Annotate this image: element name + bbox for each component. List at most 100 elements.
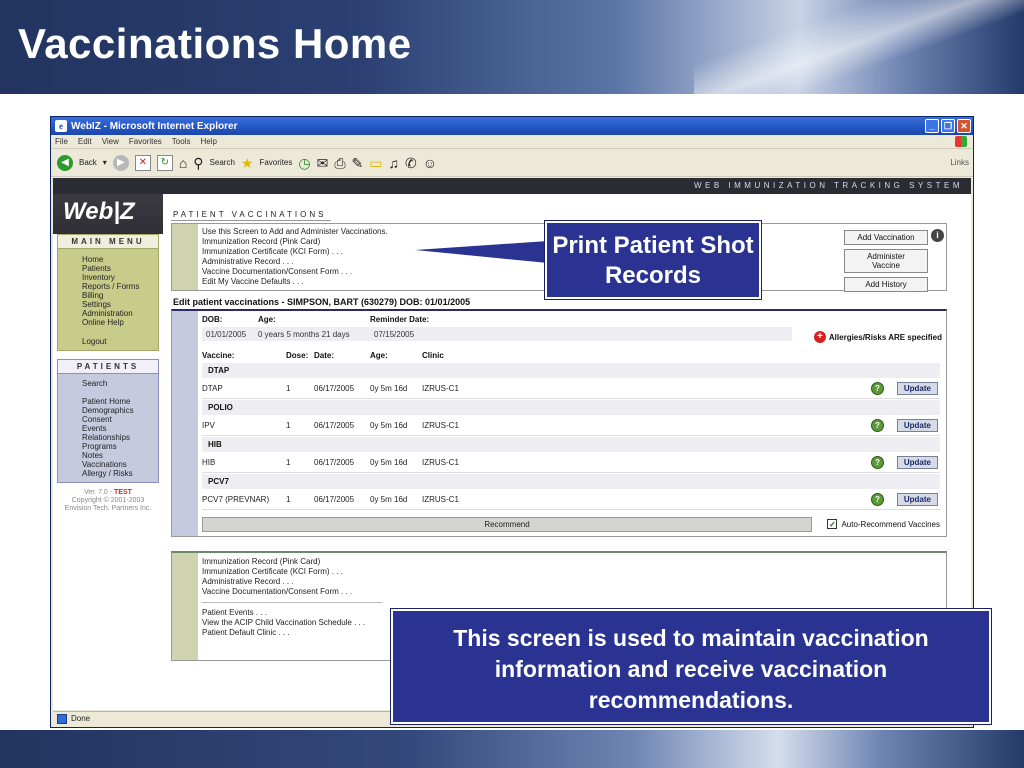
auto-recommend-toggle[interactable]: ✓ Auto-Recommend Vaccines: [827, 519, 940, 529]
sidebar-item-patient-home[interactable]: Patient Home: [58, 397, 158, 406]
menu-view[interactable]: View: [102, 137, 119, 146]
sidebar-item-home[interactable]: Home: [58, 255, 158, 264]
search-button[interactable]: Search: [210, 158, 235, 167]
row-date: 06/17/2005: [314, 383, 355, 393]
link-immunization-record[interactable]: Immunization Record (Pink Card): [202, 237, 388, 247]
bottom-link-vaccine-documentation[interactable]: Vaccine Documentation/Consent Form . . .: [202, 587, 382, 597]
bottom-link-acip-schedule[interactable]: View the ACIP Child Vaccination Schedule…: [202, 618, 382, 628]
sidebar-item-search[interactable]: Search: [58, 379, 158, 388]
row-age: 0y 5m 16d: [370, 383, 408, 393]
update-button[interactable]: Update: [896, 456, 938, 469]
row-age: 0y 5m 16d: [370, 420, 408, 430]
sidebar-item-notes[interactable]: Notes: [58, 451, 158, 460]
administer-vaccine-button[interactable]: Administer Vaccine: [844, 249, 928, 273]
link-edit-vaccine-defaults[interactable]: Edit My Vaccine Defaults . . .: [202, 277, 388, 287]
menu-tools[interactable]: Tools: [172, 137, 191, 146]
bottom-link-immunization-record[interactable]: Immunization Record (Pink Card): [202, 557, 382, 567]
bottom-link-default-clinic[interactable]: Patient Default Clinic . . .: [202, 628, 382, 638]
update-button[interactable]: Update: [896, 493, 938, 506]
recommend-button[interactable]: Recommend: [202, 516, 812, 532]
row-vaccine: DTAP: [202, 383, 223, 393]
update-button[interactable]: Update: [896, 382, 938, 395]
history-icon[interactable]: ◷: [298, 155, 310, 171]
browser-titlebar: e WebIZ - Microsoft Internet Explorer _ …: [51, 117, 973, 135]
section-divider: [171, 220, 331, 221]
row-date: 06/17/2005: [314, 420, 355, 430]
callout-print-records: Print Patient Shot Records: [544, 220, 762, 300]
row-dose: 1: [286, 383, 291, 393]
info-icon[interactable]: i: [931, 229, 944, 242]
sidebar-item-reports[interactable]: Reports / Forms: [58, 282, 158, 291]
back-arrow-icon[interactable]: ◀: [57, 154, 73, 171]
sidebar-item-patients[interactable]: Patients: [58, 264, 158, 273]
auto-recommend-label: Auto-Recommend Vaccines: [841, 519, 940, 529]
windows-flag-icon: [955, 136, 967, 147]
media-icon[interactable]: ♫: [389, 155, 400, 171]
row-clinic: IZRUS-C1: [422, 457, 459, 467]
link-administrative-record[interactable]: Administrative Record . . .: [202, 257, 388, 267]
messenger-icon[interactable]: ☺: [423, 155, 437, 171]
sidebar-item-programs[interactable]: Programs: [58, 442, 158, 451]
sidebar-item-online-help[interactable]: Online Help: [58, 318, 158, 327]
menu-favorites[interactable]: Favorites: [129, 137, 162, 146]
favorites-button[interactable]: Favorites: [259, 158, 292, 167]
minimize-icon[interactable]: _: [925, 119, 939, 133]
help-icon[interactable]: ?: [871, 382, 884, 395]
bottom-link-administrative-record[interactable]: Administrative Record . . .: [202, 577, 382, 587]
help-icon[interactable]: ?: [871, 493, 884, 506]
sidebar-item-logout[interactable]: Logout: [58, 337, 158, 346]
sidebar-item-billing[interactable]: Billing: [58, 291, 158, 300]
links-box-body: Use this Screen to Add and Administer Va…: [198, 224, 392, 290]
sidebar-item-administration[interactable]: Administration: [58, 309, 158, 318]
menu-help[interactable]: Help: [200, 137, 216, 146]
edit-icon[interactable]: ✎: [352, 155, 364, 171]
sidebar-item-inventory[interactable]: Inventory: [58, 273, 158, 282]
table-row: DTAP 1 06/17/2005 0y 5m 16d IZRUS-C1 ? U…: [202, 378, 940, 399]
row-clinic: IZRUS-C1: [422, 420, 459, 430]
col-vaccine: Vaccine:: [202, 351, 235, 360]
version-env: TEST: [114, 489, 132, 496]
callout-description: This screen is used to maintain vaccinat…: [390, 608, 992, 725]
bottom-link-immunization-certificate[interactable]: Immunization Certificate (KCI Form) . . …: [202, 567, 382, 577]
sidebar-item-settings[interactable]: Settings: [58, 300, 158, 309]
favorites-star-icon[interactable]: ★: [241, 155, 254, 171]
add-vaccination-button[interactable]: Add Vaccination: [844, 230, 928, 245]
help-icon[interactable]: ?: [871, 456, 884, 469]
add-history-button[interactable]: Add History: [844, 277, 928, 292]
refresh-icon[interactable]: ↻: [156, 154, 173, 171]
discuss-icon[interactable]: ✆: [405, 155, 417, 171]
sidebar-item-vaccinations[interactable]: Vaccinations: [58, 460, 158, 469]
sidebar-item-relationships[interactable]: Relationships: [58, 433, 158, 442]
menu-file[interactable]: File: [55, 137, 68, 146]
link-immunization-certificate[interactable]: Immunization Certificate (KCI Form) . . …: [202, 247, 388, 257]
sidebar-item-events[interactable]: Events: [58, 424, 158, 433]
allergy-status[interactable]: + Allergies/Risks ARE specified: [813, 331, 942, 343]
col-age: Age:: [370, 351, 388, 360]
home-icon[interactable]: ⌂: [179, 155, 187, 171]
bottom-link-patient-events[interactable]: Patient Events . . .: [202, 608, 382, 618]
group-polio: POLIO: [202, 400, 940, 415]
help-icon[interactable]: ?: [871, 419, 884, 432]
forward-arrow-icon[interactable]: ▶: [112, 154, 129, 171]
company: Envision Tech. Partners Inc.: [64, 505, 152, 512]
menu-edit[interactable]: Edit: [78, 137, 92, 146]
folder-icon[interactable]: ▭: [369, 155, 382, 171]
print-icon[interactable]: ⎙: [334, 155, 345, 171]
back-dropdown-icon[interactable]: ▾: [103, 158, 107, 167]
sidebar-item-consent[interactable]: Consent: [58, 415, 158, 424]
links-label[interactable]: Links: [950, 158, 969, 167]
sidebar-item-allergy-risks[interactable]: Allergy / Risks: [58, 469, 158, 478]
link-vaccine-documentation[interactable]: Vaccine Documentation/Consent Form . . .: [202, 267, 388, 277]
search-icon[interactable]: ⚲: [193, 155, 203, 171]
patient-info-labels: DOB: Age: Reminder Date:: [202, 315, 940, 326]
stop-icon[interactable]: ✕: [134, 154, 151, 171]
update-button[interactable]: Update: [896, 419, 938, 432]
close-icon[interactable]: ✕: [957, 119, 971, 133]
restore-icon[interactable]: ❐: [941, 119, 955, 133]
sidebar-item-demographics[interactable]: Demographics: [58, 406, 158, 415]
row-age: 0y 5m 16d: [370, 494, 408, 504]
auto-recommend-checkbox[interactable]: ✓: [827, 519, 838, 529]
back-button[interactable]: Back: [79, 158, 97, 167]
mail-icon[interactable]: ✉: [317, 155, 329, 171]
table-row: PCV7 (PREVNAR) 1 06/17/2005 0y 5m 16d IZ…: [202, 489, 940, 510]
